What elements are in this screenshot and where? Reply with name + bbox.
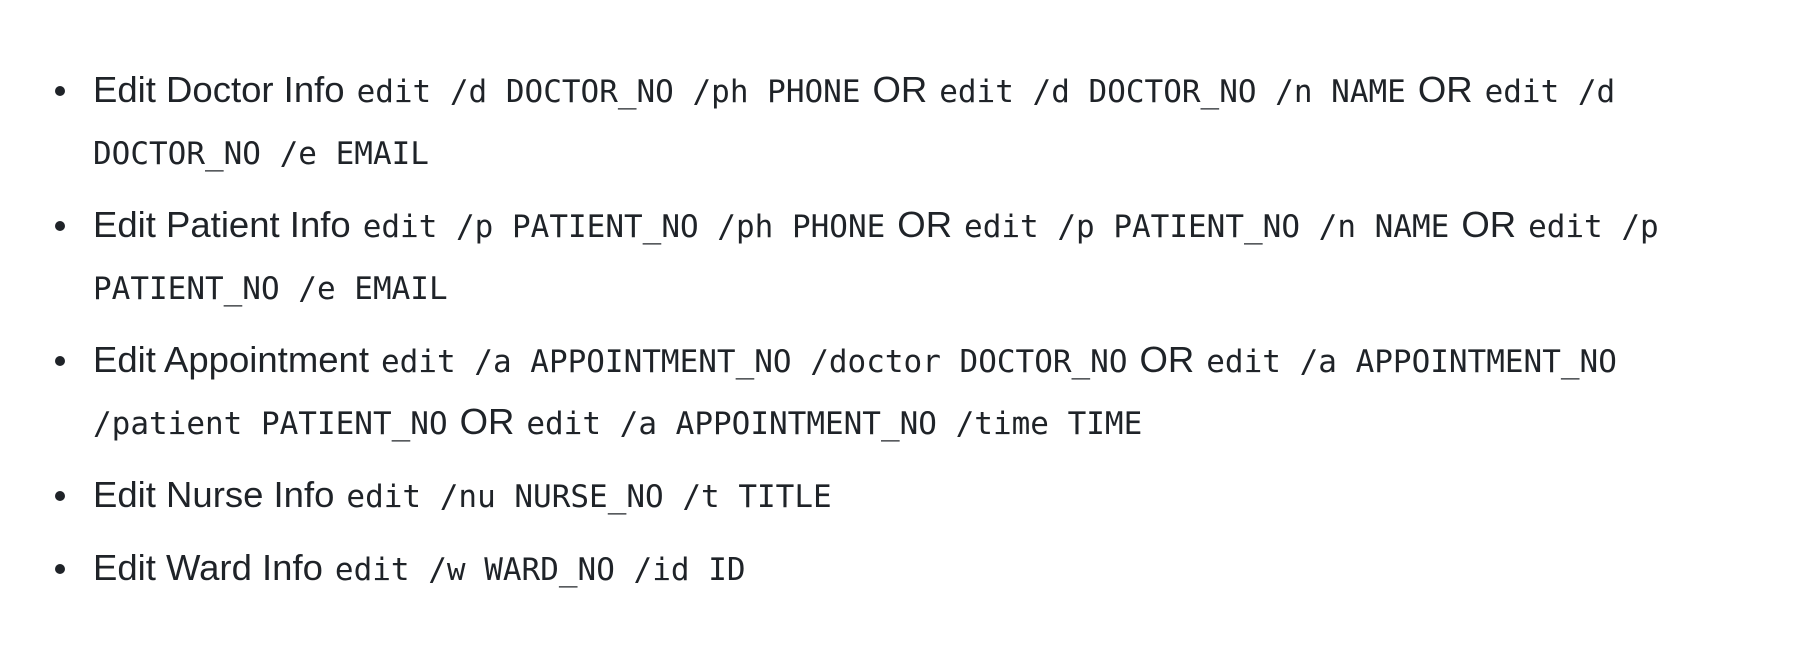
command-code: edit /d DOCTOR_NO /n NAME — [939, 74, 1406, 110]
item-label: Edit Nurse Info — [93, 474, 335, 515]
command-code: edit /w WARD_NO /id ID — [334, 552, 746, 588]
edit-command-list: Edit Doctor Info edit /d DOCTOR_NO /ph PH… — [0, 60, 1794, 600]
command-code: edit /a APPOINTMENT_NO /doctor DOCTOR_NO — [380, 344, 1128, 380]
or-separator: OR — [1417, 69, 1473, 110]
document-body: Edit Doctor Info edit /d DOCTOR_NO /ph PH… — [0, 60, 1794, 611]
list-item-edit-patient: Edit Patient Info edit /p PATIENT_NO /ph … — [55, 195, 1773, 319]
command-code: edit /p PATIENT_NO /n NAME — [964, 209, 1450, 245]
or-separator: OR — [1461, 204, 1517, 245]
or-separator: OR — [459, 401, 515, 442]
or-separator: OR — [872, 69, 928, 110]
item-label: Edit Ward Info — [93, 547, 323, 588]
item-label: Edit Patient Info — [93, 204, 351, 245]
list-item-edit-appointment: Edit Appointment edit /a APPOINTMENT_NO /… — [55, 330, 1773, 454]
command-code: edit /p PATIENT_NO /ph PHONE — [362, 209, 886, 245]
command-code: edit /a APPOINTMENT_NO /time TIME — [526, 406, 1143, 442]
list-item-edit-ward: Edit Ward Info edit /w WARD_NO /id ID — [55, 538, 1773, 600]
item-label: Edit Appointment — [93, 339, 369, 380]
or-separator: OR — [897, 204, 953, 245]
list-item-edit-nurse: Edit Nurse Info edit /nu NURSE_NO /t TITL… — [55, 465, 1773, 527]
or-separator: OR — [1139, 339, 1195, 380]
command-code: edit /nu NURSE_NO /t TITLE — [346, 479, 832, 515]
list-item-edit-doctor: Edit Doctor Info edit /d DOCTOR_NO /ph PH… — [55, 60, 1773, 184]
command-code: edit /d DOCTOR_NO /ph PHONE — [356, 74, 861, 110]
item-label: Edit Doctor Info — [93, 69, 345, 110]
